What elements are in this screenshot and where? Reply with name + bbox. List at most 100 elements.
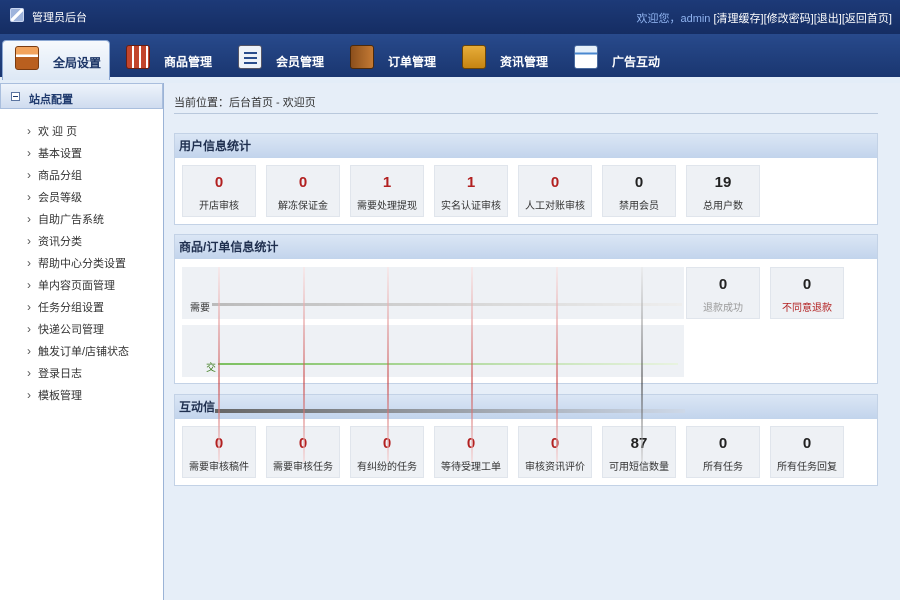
stat-label: 不同意退款	[782, 303, 832, 314]
tab-label: 资讯管理	[500, 55, 549, 69]
sidebar-item-single-pages[interactable]: 单内容页面管理	[0, 274, 163, 297]
stat-value: 0	[802, 435, 812, 452]
stat-card[interactable]: 87 可用短信数量	[602, 426, 676, 478]
news-icon	[462, 45, 486, 69]
sidebar-item-task-groups[interactable]: 任务分组设置	[0, 296, 163, 319]
stat-card[interactable]: 0 人工对账审核	[518, 165, 592, 217]
blur-streak	[471, 267, 473, 462]
tab-news[interactable]: 资讯管理	[450, 40, 558, 80]
stat-card[interactable]: 0 解冻保证金	[266, 165, 340, 217]
stat-label: 可用短信数量	[609, 462, 669, 473]
sidebar-item-goods-groups[interactable]: 商品分组	[0, 164, 163, 187]
sidebar-item-trigger-status[interactable]: 触发订单/店铺状态	[0, 340, 163, 363]
stat-value: 0	[634, 174, 644, 191]
blur-streak	[218, 363, 678, 365]
stat-label: 人工对账审核	[525, 201, 585, 212]
stat-card[interactable]: 0 开店审核	[182, 165, 256, 217]
divider	[174, 113, 878, 114]
stat-value: 0	[214, 174, 224, 191]
sidebar-item-express-companies[interactable]: 快递公司管理	[0, 318, 163, 341]
global-settings-icon	[15, 46, 39, 70]
back-home-link[interactable]: [返回首页]	[842, 13, 892, 25]
stat-label: 开店审核	[199, 201, 239, 212]
app-title: 管理员后台	[32, 12, 87, 24]
stat-label: 解冻保证金	[278, 201, 328, 212]
sidebar-item-help-categories[interactable]: 帮助中心分类设置	[0, 252, 163, 275]
stat-value: 1	[466, 174, 476, 191]
tab-members[interactable]: 会员管理	[226, 40, 334, 80]
main-content: 当前位置：后台首页 - 欢迎页 用户信息统计 0 开店审核 0 解冻保证金 1 …	[164, 83, 900, 600]
stat-card[interactable]: 0 退款成功	[686, 267, 760, 319]
main-nav: 全局设置 商品管理 会员管理 订单管理 资讯管理 广告互动	[0, 34, 900, 80]
stat-label: 所有任务回复	[777, 462, 837, 473]
blur-streak	[218, 267, 220, 462]
stat-label: 禁用会员	[619, 201, 659, 212]
top-bar: 管理员后台 欢迎您，admin [清理缓存][修改密码][退出][返回首页]	[0, 0, 900, 34]
partial-label: 需要	[190, 303, 210, 314]
panel-title: 用户信息统计	[175, 134, 877, 158]
stat-value: 0	[802, 276, 812, 293]
stat-card[interactable]: 0 禁用会员	[602, 165, 676, 217]
stat-value: 0	[718, 276, 728, 293]
logout-link[interactable]: [退出]	[814, 13, 842, 25]
stat-card[interactable]: 1 需要处理提现	[350, 165, 424, 217]
goods-icon	[126, 45, 150, 69]
member-icon	[238, 45, 262, 69]
stat-value: 0	[718, 435, 728, 452]
order-icon	[350, 45, 374, 69]
stat-value: 0	[550, 174, 560, 191]
stat-value: 19	[714, 174, 732, 191]
clear-cache-link[interactable]: [清理缓存]	[714, 13, 764, 25]
tab-label: 会员管理	[276, 55, 325, 69]
change-password-link[interactable]: [修改密码]	[764, 13, 814, 25]
sidebar-item-member-levels[interactable]: 会员等级	[0, 186, 163, 209]
sidebar-item-welcome[interactable]: 欢 迎 页	[0, 120, 163, 143]
breadcrumb: 当前位置：后台首页 - 欢迎页	[174, 97, 316, 109]
welcome-text: 欢迎您，admin	[636, 13, 711, 25]
partial-label: 交	[206, 363, 216, 374]
sidebar-header[interactable]: 站点配置	[0, 83, 163, 109]
admin-logo-icon	[10, 8, 24, 22]
tab-label: 广告互动	[612, 55, 661, 69]
blur-streak	[303, 267, 305, 462]
sidebar-item-basic-settings[interactable]: 基本设置	[0, 142, 163, 165]
obscured-row: 需要	[182, 267, 684, 319]
stat-value: 0	[550, 435, 560, 452]
stat-label: 总用户数	[703, 201, 743, 212]
blur-streak	[641, 267, 643, 462]
sidebar-item-news-categories[interactable]: 资讯分类	[0, 230, 163, 253]
stat-value: 87	[630, 435, 648, 452]
user-stats-panel: 用户信息统计 0 开店审核 0 解冻保证金 1 需要处理提现 1 实名认证审核 …	[174, 133, 878, 225]
stat-card[interactable]: 0 所有任务回复	[770, 426, 844, 478]
stat-card[interactable]: 0 所有任务	[686, 426, 760, 478]
sidebar-item-templates[interactable]: 模板管理	[0, 384, 163, 407]
tab-goods[interactable]: 商品管理	[114, 40, 222, 80]
obscured-row: 交	[182, 325, 684, 377]
collapse-icon[interactable]	[11, 92, 20, 101]
stat-card[interactable]: 1 实名认证审核	[434, 165, 508, 217]
stat-card[interactable]: 0 不同意退款	[770, 267, 844, 319]
tab-orders[interactable]: 订单管理	[338, 40, 446, 80]
stat-card[interactable]: 0 审核资讯评价	[518, 426, 592, 478]
stat-value: 1	[382, 174, 392, 191]
stat-label: 所有任务	[703, 462, 743, 473]
sidebar-heading: 站点配置	[29, 94, 73, 106]
sidebar-item-self-ads[interactable]: 自助广告系统	[0, 208, 163, 231]
tab-ads[interactable]: 广告互动	[562, 40, 670, 80]
panel-title-text: 互动信	[179, 400, 216, 414]
order-stats-panel: 商品/订单信息统计 需要 交 0 退款成功 0 不同意退款	[174, 234, 878, 384]
tab-global-settings[interactable]: 全局设置	[2, 40, 110, 80]
stat-card[interactable]: 19 总用户数	[686, 165, 760, 217]
blur-streak	[556, 267, 558, 462]
stat-label: 退款成功	[703, 303, 743, 314]
sidebar: 站点配置 欢 迎 页 基本设置 商品分组 会员等级 自助广告系统 资讯分类 帮助…	[0, 83, 164, 600]
tab-label: 商品管理	[164, 55, 213, 69]
stat-label: 实名认证审核	[441, 201, 501, 212]
ad-icon	[574, 45, 598, 69]
blur-streak	[212, 303, 682, 306]
tab-label: 全局设置	[53, 56, 102, 70]
interaction-stats-panel: 互动信 0 需要审核稿件 0 需要审核任务 0 有纠纷的任务 0 等待受理工单 …	[174, 394, 878, 486]
top-links: 欢迎您，admin [清理缓存][修改密码][退出][返回首页]	[636, 10, 892, 26]
sidebar-item-login-log[interactable]: 登录日志	[0, 362, 163, 385]
blur-streak	[387, 267, 389, 462]
